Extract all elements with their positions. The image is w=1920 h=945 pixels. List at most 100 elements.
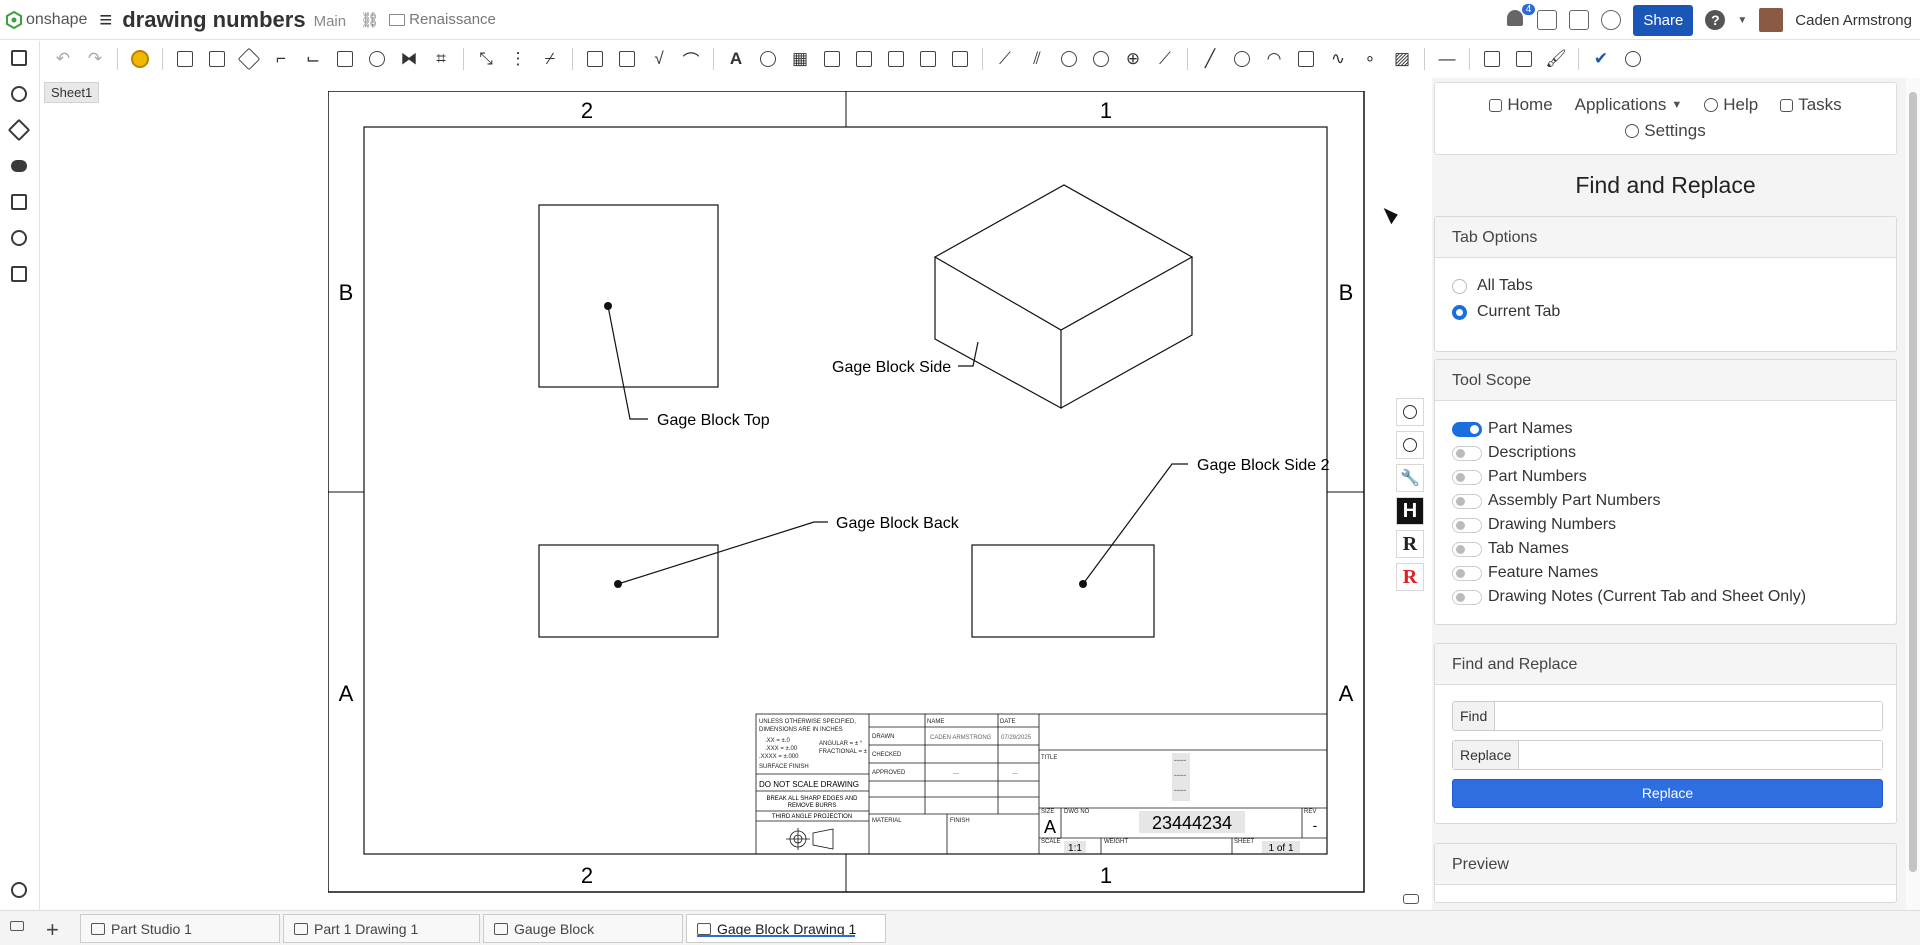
toggle-descriptions[interactable]: Descriptions [1452, 444, 1576, 462]
toggle-switch[interactable] [1452, 589, 1482, 605]
radio-current-tab[interactable]: Current Tab [1452, 303, 1560, 321]
chamfer-dimension-icon[interactable]: ⌿ [537, 46, 563, 72]
broken-out-section-icon[interactable] [332, 46, 358, 72]
toggle-switch[interactable] [1452, 565, 1482, 581]
centermark-pattern-icon[interactable]: ⊕ [1120, 46, 1146, 72]
point-icon[interactable]: ∘ [1357, 46, 1383, 72]
format-painter-icon[interactable]: 🖌 [1543, 46, 1569, 72]
help-caret-icon[interactable]: ▼ [1737, 15, 1747, 26]
renaissance-red-icon[interactable]: R [1396, 563, 1424, 591]
user-name[interactable]: Caden Armstrong [1795, 12, 1912, 29]
nav-tasks[interactable]: Tasks [1780, 95, 1842, 115]
replace-button[interactable]: Replace [1452, 779, 1883, 808]
callout-gage-block-side[interactable]: Gage Block Side [832, 359, 951, 376]
toggle-tab-names[interactable]: Tab Names [1452, 540, 1569, 558]
comments-icon[interactable] [8, 155, 30, 177]
redo-icon[interactable]: ↷ [82, 46, 108, 72]
tab-part-1-drawing-1[interactable]: Part 1 Drawing 1 [283, 914, 480, 943]
find-field[interactable]: Find [1452, 701, 1883, 731]
revision[interactable]: - [1313, 817, 1318, 833]
update-icon[interactable] [127, 46, 153, 72]
toggle-assembly-part-numbers[interactable]: Assembly Part Numbers [1452, 492, 1661, 510]
crop-view-icon[interactable]: ⌗ [428, 46, 454, 72]
callout-gage-block-side-2[interactable]: Gage Block Side 2 [1197, 457, 1330, 474]
insert-view-icon[interactable] [172, 46, 198, 72]
scale-value[interactable]: 1:1 [1068, 843, 1082, 854]
callout-icon[interactable] [755, 46, 781, 72]
avatar[interactable] [1759, 8, 1784, 32]
undo-icon[interactable]: ↶ [50, 46, 76, 72]
toggle-switch[interactable] [1452, 469, 1482, 485]
tab-gage-block-drawing-1[interactable]: Gage Block Drawing 1 [686, 914, 886, 943]
menu-icon[interactable]: ≡ [99, 8, 112, 31]
rectangle-icon[interactable] [1293, 46, 1319, 72]
folder-breadcrumb[interactable]: Renaissance [389, 11, 496, 28]
bend-table-icon[interactable] [915, 46, 941, 72]
onshape-logo[interactable]: onshape [6, 10, 87, 29]
tab-manager-icon[interactable] [10, 921, 28, 937]
table-icon[interactable]: ▦ [787, 46, 813, 72]
share-button[interactable]: Share [1633, 4, 1694, 36]
toggle-drawing-numbers[interactable]: Drawing Numbers [1452, 516, 1616, 534]
sheet-size[interactable]: A [1044, 817, 1056, 837]
callout-gage-block-back[interactable]: Gage Block Back [836, 515, 960, 532]
nav-home[interactable]: Home [1489, 95, 1553, 115]
export-dxf-icon[interactable] [1479, 46, 1505, 72]
properties-icon[interactable] [8, 263, 30, 285]
renaissance-icon[interactable]: R [1396, 530, 1424, 558]
section-view-icon[interactable]: ⌐ [268, 46, 294, 72]
parts-icon[interactable] [8, 191, 30, 213]
break-view-icon[interactable]: ⧓ [396, 46, 422, 72]
document-title[interactable]: drawing numbers [122, 7, 305, 33]
sheet-tab[interactable]: Sheet1 [44, 82, 100, 103]
radio-current-tab-input[interactable] [1452, 304, 1467, 320]
centerline-icon[interactable]: ⟋ [992, 46, 1018, 72]
add-tab-icon[interactable]: + [46, 917, 59, 943]
panel-scrollbar[interactable] [1906, 78, 1920, 910]
search-app-icon[interactable] [1396, 431, 1424, 459]
toggle-switch[interactable] [1452, 517, 1482, 533]
nav-help[interactable]: Help [1704, 95, 1758, 115]
radio-all-tabs-input[interactable] [1452, 278, 1467, 294]
find-replace-app-icon[interactable] [1396, 398, 1424, 426]
nav-settings[interactable]: Settings [1625, 121, 1706, 141]
hole-table-icon[interactable] [851, 46, 877, 72]
replace-field[interactable]: Replace [1452, 740, 1883, 770]
replace-input[interactable] [1519, 741, 1882, 769]
insert-icon[interactable] [8, 83, 30, 105]
insert-image-icon[interactable] [1511, 46, 1537, 72]
drawing-sheet[interactable]: 2 1 2 1 B A B A Gage Block Top Gage Bloc… [328, 91, 1365, 893]
learning-center-icon[interactable] [1601, 10, 1622, 30]
notifications-icon[interactable]: 4 [1507, 4, 1536, 30]
bom-table-icon[interactable] [819, 46, 845, 72]
app-store-icon[interactable] [1569, 10, 1590, 30]
appearance-icon[interactable] [7, 118, 31, 142]
arc-icon[interactable]: ◠ [1261, 46, 1287, 72]
hatch-icon[interactable]: ▨ [1389, 46, 1415, 72]
line-icon[interactable]: ╱ [1197, 46, 1223, 72]
radio-all-tabs[interactable]: All Tabs [1452, 277, 1533, 295]
note-icon[interactable]: A [723, 46, 749, 72]
datum-icon[interactable] [582, 46, 608, 72]
branch-label[interactable]: Main [314, 13, 347, 30]
h-app-icon[interactable]: H [1396, 497, 1424, 525]
find-replace-icon[interactable]: ✔ [1588, 46, 1614, 72]
wrench-icon[interactable]: 🔧 [1396, 464, 1424, 492]
auxiliary-view-icon[interactable] [236, 46, 262, 72]
ordinate-dimension-icon[interactable]: ⋮ [505, 46, 531, 72]
toggle-part-names[interactable]: Part Names [1452, 420, 1572, 438]
callout-gage-block-top[interactable]: Gage Block Top [657, 412, 770, 429]
title-placeholder[interactable]: ---- ---- ---- [1172, 753, 1190, 801]
drawing-number[interactable]: 23444234 [1152, 813, 1232, 833]
balloon-icon[interactable] [947, 46, 973, 72]
tab-part-studio-1[interactable]: Part Studio 1 [80, 914, 280, 943]
tab-gauge-block[interactable]: Gauge Block [483, 914, 683, 943]
surface-finish-icon[interactable]: √ [646, 46, 672, 72]
toggle-feature-names[interactable]: Feature Names [1452, 564, 1598, 582]
centerline-bisector-icon[interactable]: ⫽ [1024, 46, 1050, 72]
toggle-switch[interactable] [1452, 541, 1482, 557]
toggle-switch[interactable] [1452, 493, 1482, 509]
geometric-tolerance-icon[interactable] [614, 46, 640, 72]
feature-list-icon[interactable] [8, 47, 30, 69]
search-icon[interactable] [1620, 46, 1646, 72]
